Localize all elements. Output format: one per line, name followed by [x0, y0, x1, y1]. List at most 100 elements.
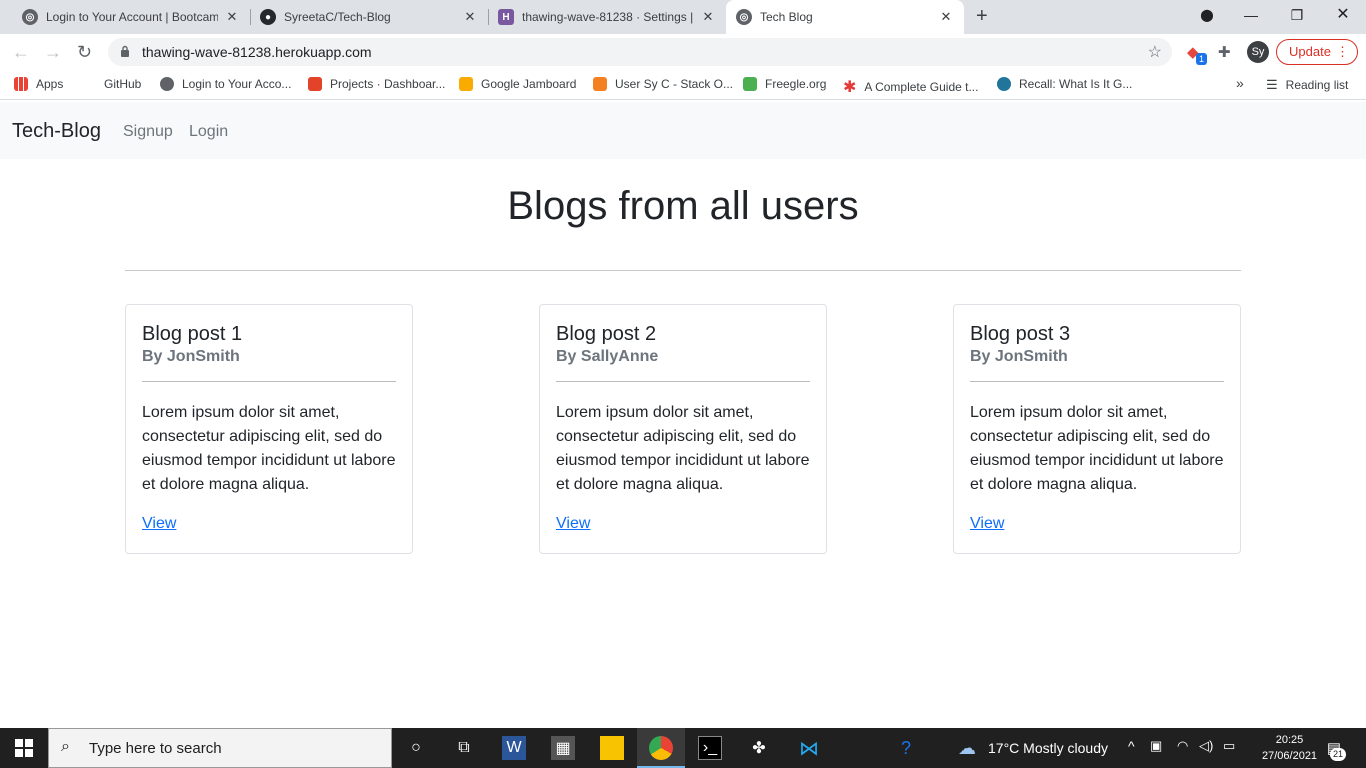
close-window-icon[interactable]: ✕ — [1320, 0, 1366, 30]
post-author: By SallyAnne — [556, 348, 659, 365]
more-bookmarks-icon[interactable]: » — [1236, 75, 1244, 91]
tab-title: SyreetaC/Tech-Blog — [284, 10, 391, 24]
battery-icon[interactable]: ▭ — [1223, 738, 1235, 754]
tab-github[interactable]: ● SyreetaC/Tech-Blog ✕ — [250, 0, 488, 34]
url-text: thawing-wave-81238.herokuapp.com — [142, 44, 372, 60]
new-tab-icon[interactable]: + — [976, 6, 988, 26]
bookmark-label: GitHub — [104, 77, 142, 91]
taskbar-search-box[interactable]: ⌕ Type here to search — [48, 728, 392, 768]
browser-toolbar: ← → ↻ thawing-wave-81238.herokuapp.com ☆… — [0, 34, 1366, 70]
tab-login-bootcamp[interactable]: ◎ Login to Your Account | Bootcam ✕ — [12, 0, 250, 34]
site-navbar: Tech-Blog Signup Login — [0, 102, 1366, 159]
stack-overflow-icon — [593, 77, 607, 91]
task-view-icon[interactable]: ⧉ — [452, 736, 476, 760]
bookmark-recall[interactable]: Recall: What Is It G... — [997, 77, 1132, 91]
close-tab-icon[interactable]: ✕ — [938, 9, 954, 25]
bookmark-label: A Complete Guide t... — [864, 80, 979, 94]
start-button[interactable] — [0, 728, 48, 768]
volume-icon[interactable]: ◁) — [1199, 738, 1213, 754]
wordpress-icon — [997, 77, 1011, 91]
onedrive-icon[interactable]: ▣ — [1150, 738, 1162, 754]
apps-grid-icon — [14, 77, 28, 91]
card-divider — [142, 381, 396, 382]
bookmark-login-account[interactable]: Login to Your Acco... — [160, 77, 291, 91]
restore-icon[interactable]: ❐ — [1274, 0, 1320, 30]
calculator-icon[interactable]: ▦ — [551, 736, 575, 760]
terminal-icon[interactable]: ›_ — [698, 736, 722, 760]
address-bar[interactable]: thawing-wave-81238.herokuapp.com ☆ — [108, 38, 1172, 66]
bookmark-apps[interactable]: Apps — [14, 77, 63, 91]
browser-tab-strip: ◎ Login to Your Account | Bootcam ✕ ● Sy… — [0, 0, 1366, 34]
bookmark-freegle[interactable]: Freegle.org — [743, 77, 826, 91]
puzzle-icon[interactable]: ✚ — [1218, 43, 1231, 61]
cortana-icon[interactable]: ○ — [404, 736, 428, 760]
page-title: Blogs from all users — [507, 184, 859, 228]
blog-card: Blog post 3 By JonSmith Lorem ipsum dolo… — [953, 304, 1241, 554]
file-explorer-icon[interactable] — [600, 736, 624, 760]
tab-tech-blog[interactable]: ◎ Tech Blog ✕ — [726, 0, 964, 34]
bookmark-label: Login to Your Acco... — [182, 77, 292, 91]
vscode-icon[interactable]: ⋈ — [797, 736, 821, 760]
nav-signup-link[interactable]: Signup — [123, 123, 173, 141]
show-hidden-icons-icon[interactable]: ^ — [1128, 738, 1135, 754]
site-brand[interactable]: Tech-Blog — [12, 120, 101, 143]
weather-text[interactable]: 17°C Mostly cloudy — [988, 740, 1108, 756]
back-icon[interactable]: ← — [12, 42, 30, 62]
reading-list-button[interactable]: ☰ Reading list — [1266, 77, 1348, 93]
search-icon: ⌕ — [61, 738, 70, 755]
bookmark-google-jamboard[interactable]: Google Jamboard — [459, 77, 576, 91]
bookmark-gitlab-projects[interactable]: Projects · Dashboar... — [308, 77, 445, 91]
post-author: By JonSmith — [142, 348, 240, 365]
profile-avatar[interactable]: Sy — [1247, 41, 1269, 63]
reading-list-icon: ☰ — [1266, 77, 1278, 92]
wifi-icon[interactable]: ◠ — [1177, 738, 1188, 754]
blog-card: Blog post 2 By SallyAnne Lorem ipsum dol… — [539, 304, 827, 554]
tab-search-icon[interactable]: ⬤ — [1184, 0, 1230, 30]
globe-icon: ◎ — [736, 9, 752, 25]
gitlab-icon — [308, 77, 322, 91]
extension-badge: 1 — [1196, 53, 1208, 65]
forward-icon[interactable]: → — [44, 42, 62, 62]
minimize-icon[interactable]: — — [1228, 0, 1274, 30]
windows-logo-icon — [15, 739, 33, 757]
reload-icon[interactable]: ↻ — [77, 42, 92, 62]
bookmark-star-icon[interactable]: ☆ — [1148, 42, 1162, 62]
blog-card: Blog post 1 By JonSmith Lorem ipsum dolo… — [125, 304, 413, 554]
post-title: Blog post 1 — [142, 323, 243, 345]
view-post-link[interactable]: View — [142, 515, 176, 533]
post-body: Lorem ipsum dolor sit amet, consectetur … — [556, 404, 810, 493]
divider — [125, 270, 1241, 271]
more-menu-icon: ⋮ — [1336, 44, 1349, 59]
clock-time: 20:25 — [1275, 734, 1304, 746]
close-tab-icon[interactable]: ✕ — [700, 9, 716, 25]
system-clock[interactable]: 20:25 27/06/2021 — [1262, 732, 1317, 764]
help-icon[interactable]: ? — [894, 736, 918, 760]
asterisk-icon: ✱ — [843, 79, 857, 96]
word-icon[interactable]: W — [502, 736, 526, 760]
view-post-link[interactable]: View — [970, 515, 1004, 533]
update-button[interactable]: Update ⋮ — [1276, 39, 1358, 65]
card-divider — [970, 381, 1224, 382]
reading-list-label: Reading list — [1285, 78, 1349, 92]
clock-date: 27/06/2021 — [1262, 750, 1318, 762]
close-tab-icon[interactable]: ✕ — [224, 9, 240, 25]
close-tab-icon[interactable]: ✕ — [462, 9, 478, 25]
post-author: By JonSmith — [970, 348, 1068, 365]
notification-count: 21 — [1330, 748, 1347, 761]
bookmark-label: Projects · Dashboar... — [330, 77, 446, 91]
slack-icon[interactable]: ✤ — [747, 736, 771, 760]
tab-title: Tech Blog — [760, 10, 813, 24]
bookmark-github[interactable]: GitHub — [104, 77, 141, 91]
windows-taskbar: ⌕ Type here to search ○ ⧉ W ▦ ›_ ✤ ⋈ ? ☁… — [0, 728, 1366, 768]
chrome-icon[interactable] — [649, 736, 673, 760]
post-body: Lorem ipsum dolor sit amet, consectetur … — [142, 404, 396, 493]
nav-login-link[interactable]: Login — [189, 123, 228, 141]
heroku-icon: H — [498, 9, 514, 25]
tab-title: Login to Your Account | Bootcam — [46, 10, 218, 24]
tab-heroku-settings[interactable]: H thawing-wave-81238 · Settings | H ✕ — [488, 0, 726, 34]
view-post-link[interactable]: View — [556, 515, 590, 533]
bookmark-stack-overflow[interactable]: User Sy C - Stack O... — [593, 77, 733, 91]
tab-title: thawing-wave-81238 · Settings | H — [522, 10, 694, 24]
bookmark-complete-guide[interactable]: ✱ A Complete Guide t... — [843, 77, 978, 97]
cloud-icon: ☁ — [958, 737, 976, 758]
